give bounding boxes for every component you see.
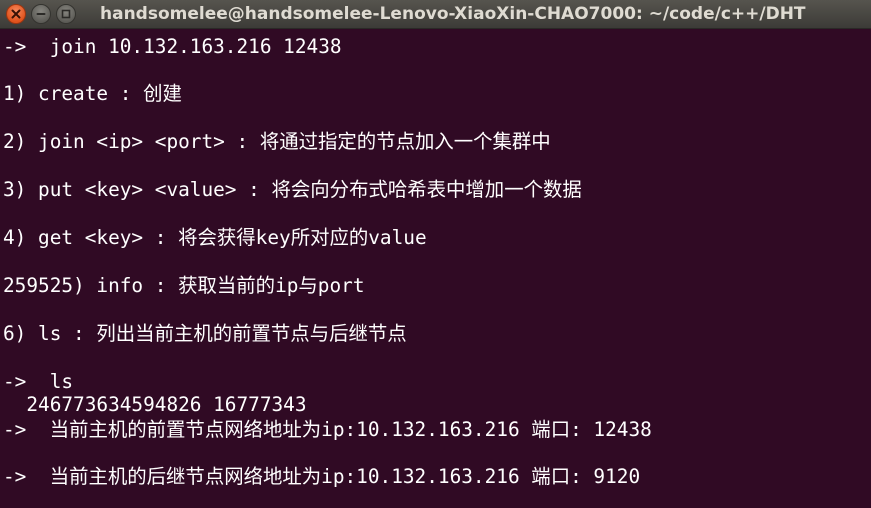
close-button[interactable] bbox=[6, 4, 26, 24]
close-icon bbox=[11, 9, 21, 19]
terminal-line: 2) join <ip> <port> : 将通过指定的节点加入一个集群中 bbox=[3, 130, 551, 153]
minimize-button[interactable] bbox=[31, 4, 51, 24]
terminal-line: 3) put <key> <value> : 将会向分布式哈希表中增加一个数据 bbox=[3, 178, 582, 201]
maximize-icon bbox=[61, 9, 71, 19]
terminal-line: 246773634594826 16777343 bbox=[3, 393, 307, 416]
terminal-line: -> 当前主机的前置节点网络地址为ip:10.132.163.216 端口: 1… bbox=[3, 418, 652, 441]
terminal-line: -> join 10.132.163.216 12438 bbox=[3, 35, 342, 58]
terminal-line: 4) get <key> : 将会获得key所对应的value bbox=[3, 226, 427, 249]
terminal-line: 1) create : 创建 bbox=[3, 82, 182, 105]
terminal-line: -> ls bbox=[3, 370, 74, 393]
window-title: handsomelee@handsomelee-Lenovo-XiaoXin-C… bbox=[100, 4, 806, 24]
title-bar[interactable]: handsomelee@handsomelee-Lenovo-XiaoXin-C… bbox=[0, 0, 871, 29]
maximize-button[interactable] bbox=[56, 4, 76, 24]
terminal-window: handsomelee@handsomelee-Lenovo-XiaoXin-C… bbox=[0, 0, 871, 508]
terminal-line: -> 当前主机的后继节点网络地址为ip:10.132.163.216 端口: 9… bbox=[3, 465, 641, 488]
terminal-line: 259525) info : 获取当前的ip与port bbox=[3, 274, 365, 297]
minimize-icon bbox=[36, 13, 46, 15]
terminal-output[interactable]: -> join 10.132.163.216 12438 1) create :… bbox=[0, 29, 871, 508]
terminal-line: 6) ls : 列出当前主机的前置节点与后继节点 bbox=[3, 322, 407, 345]
